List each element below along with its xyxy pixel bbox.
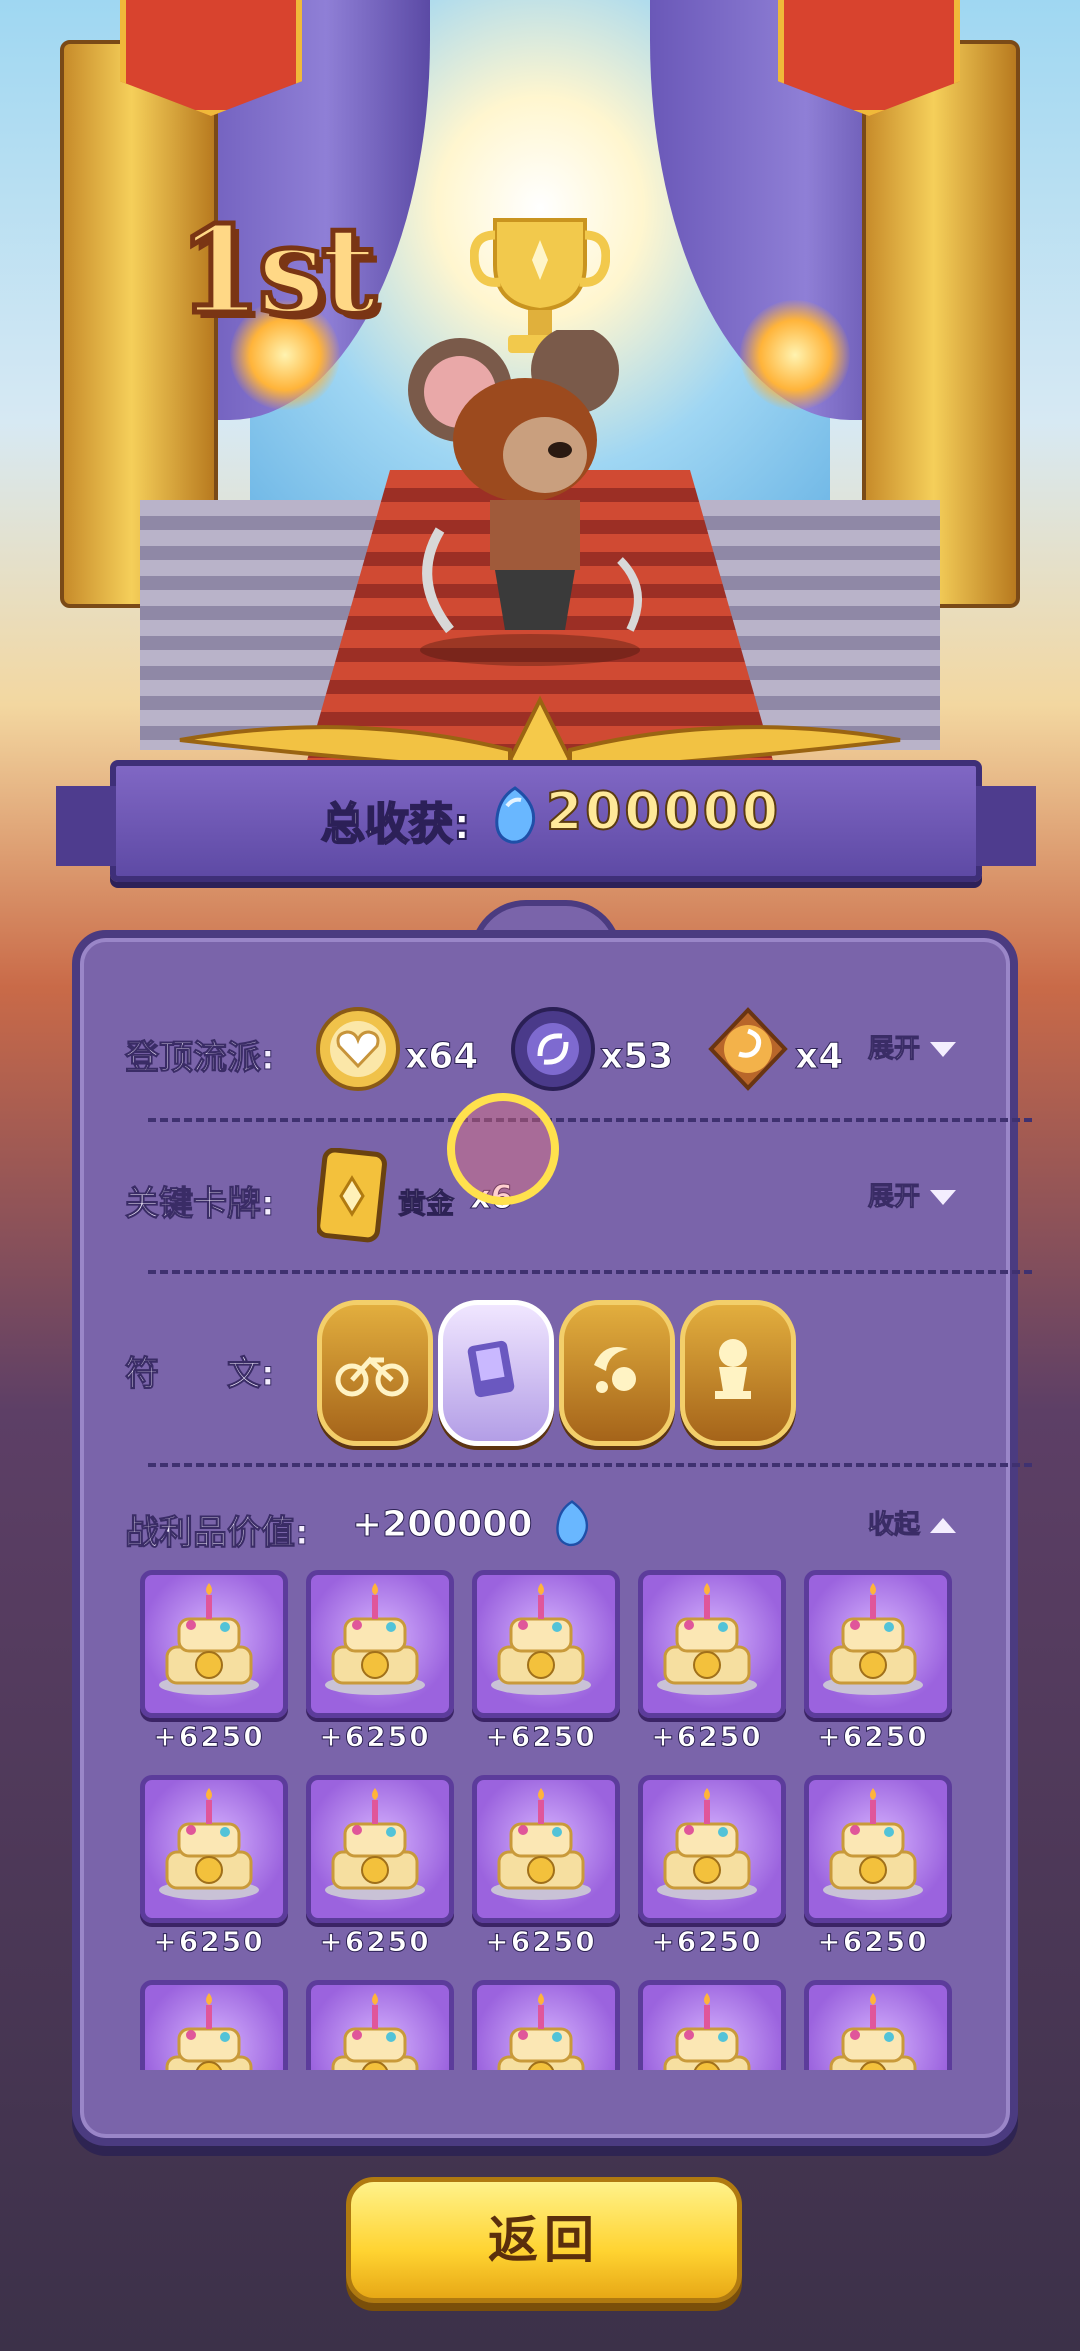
tomoe-coin-count: x4: [794, 1036, 844, 1078]
right-torch-icon: [740, 300, 850, 410]
loot-item-value: +6250: [651, 1925, 763, 1959]
loot-item-value: +6250: [153, 1925, 265, 1959]
card-expand-label: 展开: [867, 1182, 921, 1213]
loot-item[interactable]: [140, 1980, 288, 2070]
chevron-up-icon: [930, 1518, 957, 1533]
loot-item[interactable]: [638, 1775, 786, 1923]
loot-total-value: +200000: [351, 1504, 533, 1546]
loot-item-value: +6250: [817, 1925, 929, 1959]
statue-rune-icon[interactable]: [680, 1300, 796, 1446]
gold-card-icon[interactable]: [317, 1148, 387, 1244]
loot-item[interactable]: [472, 1570, 620, 1718]
loot-collapse-label: 收起: [867, 1510, 921, 1541]
treasure-cake-icon: [823, 1583, 923, 1695]
style-expand-toggle[interactable]: 展开: [867, 1028, 957, 1065]
crescent-flower-rune-icon[interactable]: [559, 1300, 675, 1446]
treasure-cake-icon: [165, 1993, 253, 2070]
blue-gem-icon: [556, 1500, 589, 1547]
loot-item-value: +6250: [319, 1925, 431, 1959]
treasure-cake-icon: [159, 1788, 259, 1900]
banner-tail-right: [976, 786, 1036, 866]
loot-item[interactable]: [804, 1570, 952, 1718]
chevron-down-icon: [930, 1042, 957, 1057]
loot-item[interactable]: [472, 1775, 620, 1923]
loot-item[interactable]: [306, 1570, 454, 1718]
loot-item[interactable]: [140, 1570, 288, 1718]
treasure-cake-icon: [325, 1788, 425, 1900]
mouse-character-icon: [408, 330, 642, 666]
banner-tail-left: [56, 786, 116, 866]
treasure-cake-icon: [657, 1788, 757, 1900]
swirl-orb-count: x53: [599, 1036, 674, 1078]
style-row-label: 登顶流派:: [125, 1038, 276, 1079]
loot-item[interactable]: [804, 1980, 952, 2070]
motorcycle-rune-icon[interactable]: [317, 1300, 433, 1446]
divider: [148, 1118, 1032, 1122]
tap-indicator: [447, 1093, 559, 1205]
treasure-cake-icon: [325, 1583, 425, 1695]
loot-item-value: +6250: [817, 1720, 929, 1754]
style-expand-label: 展开: [867, 1034, 921, 1065]
heart-coin-icon[interactable]: [315, 1006, 401, 1092]
total-label: 总收获:: [320, 798, 472, 851]
treasure-cake-icon: [497, 1993, 585, 2070]
divider: [148, 1463, 1032, 1467]
loot-item-value: +6250: [153, 1720, 265, 1754]
treasure-cake-icon: [663, 1993, 751, 2070]
loot-item[interactable]: [472, 1980, 620, 2070]
card-expand-toggle[interactable]: 展开: [867, 1176, 957, 1213]
treasure-cake-icon: [657, 1583, 757, 1695]
loot-item[interactable]: [638, 1980, 786, 2070]
loot-item[interactable]: [306, 1980, 454, 2070]
total-harvest-banner: 总收获: 200000: [56, 760, 1036, 882]
loot-item[interactable]: [306, 1775, 454, 1923]
rune-row-label: 符 文:: [125, 1354, 276, 1395]
tomoe-coin-icon[interactable]: [705, 1006, 791, 1092]
treasure-cake-icon: [159, 1583, 259, 1695]
loot-item-value: +6250: [319, 1720, 431, 1754]
loot-item[interactable]: [140, 1775, 288, 1923]
swirl-orb-icon[interactable]: [510, 1006, 596, 1092]
treasure-cake-icon: [823, 1788, 923, 1900]
heart-coin-count: x64: [404, 1036, 479, 1078]
rank-label: 1st: [175, 198, 379, 344]
card-row-label: 关键卡牌:: [125, 1184, 276, 1225]
return-button[interactable]: 返回: [346, 2177, 742, 2303]
loot-item-value: +6250: [485, 1925, 597, 1959]
divider: [148, 1270, 1032, 1274]
loot-item-value: +6250: [651, 1720, 763, 1754]
treasure-cake-icon: [491, 1788, 591, 1900]
chevron-down-icon: [930, 1190, 957, 1205]
card-rune-icon[interactable]: [438, 1300, 554, 1446]
treasure-cake-icon: [829, 1993, 917, 2070]
loot-item[interactable]: [638, 1570, 786, 1718]
treasure-cake-icon: [331, 1993, 419, 2070]
total-value: 200000: [545, 781, 782, 843]
loot-collapse-toggle[interactable]: 收起: [867, 1504, 957, 1541]
blue-gem-icon: [495, 786, 536, 844]
loot-item[interactable]: [804, 1775, 952, 1923]
loot-grid[interactable]: +6250 +6250 +6250 +6250 +6250 +6250 +6250 +6250…: [72, 1570, 1002, 2070]
treasure-cake-icon: [491, 1583, 591, 1695]
return-button-label: 返回: [488, 2211, 600, 2269]
card-name: 黄金: [397, 1187, 455, 1221]
loot-item-value: +6250: [485, 1720, 597, 1754]
loot-row-label: 战利品价值:: [125, 1513, 310, 1554]
